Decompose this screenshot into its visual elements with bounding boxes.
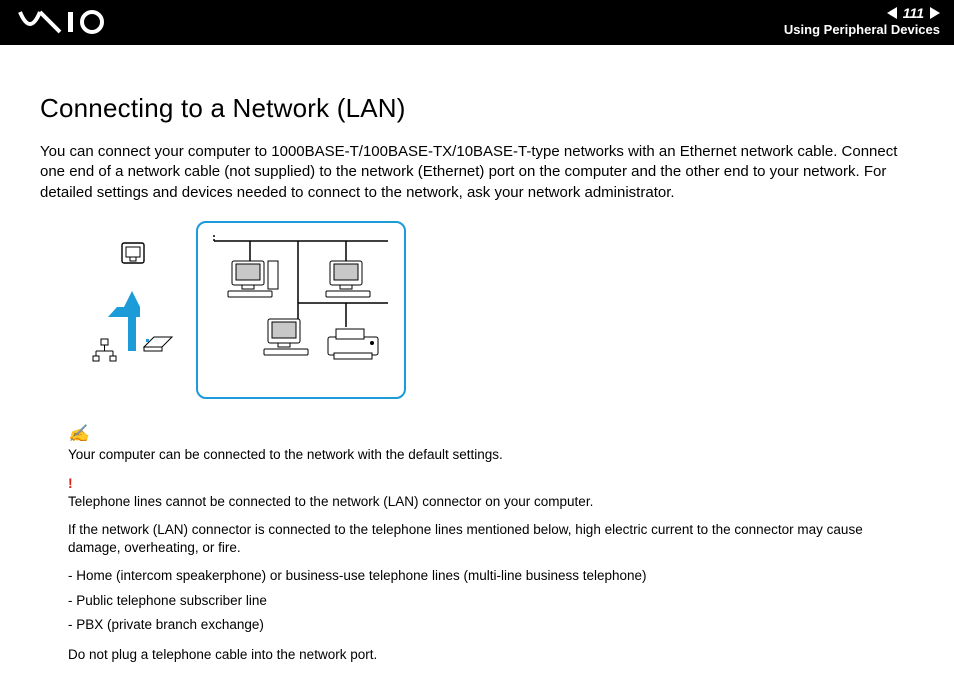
arrow-up-icon — [108, 291, 140, 351]
next-page-arrow[interactable] — [930, 7, 940, 19]
lan-topology-illustration — [196, 221, 406, 399]
prev-page-arrow[interactable] — [887, 7, 897, 19]
warning-line-2: If the network (LAN) connector is connec… — [68, 521, 914, 557]
page-content: Connecting to a Network (LAN) You can co… — [0, 45, 954, 664]
final-warning: Do not plug a telephone cable into the n… — [68, 646, 914, 664]
page-title: Connecting to a Network (LAN) — [40, 93, 914, 124]
note-text: Your computer can be connected to the ne… — [68, 446, 914, 464]
warning-icon: ! — [68, 474, 914, 493]
page-number: 111 — [903, 5, 924, 21]
vaio-logo — [18, 8, 128, 41]
bullet-2: - Public telephone subscriber line — [68, 592, 914, 610]
network-diagram — [88, 221, 914, 399]
note-icon: ✍ — [68, 423, 914, 446]
section-title: Using Peripheral Devices — [784, 22, 940, 37]
warning-line-1: Telephone lines cannot be connected to t… — [68, 493, 914, 511]
ethernet-port-illustration — [88, 235, 178, 385]
bullet-1: - Home (intercom speakerphone) or busine… — [68, 567, 914, 585]
intro-paragraph: You can connect your computer to 1000BAS… — [40, 142, 914, 203]
bullet-3: - PBX (private branch exchange) — [68, 616, 914, 634]
header-bar: 111 Using Peripheral Devices — [0, 0, 954, 45]
